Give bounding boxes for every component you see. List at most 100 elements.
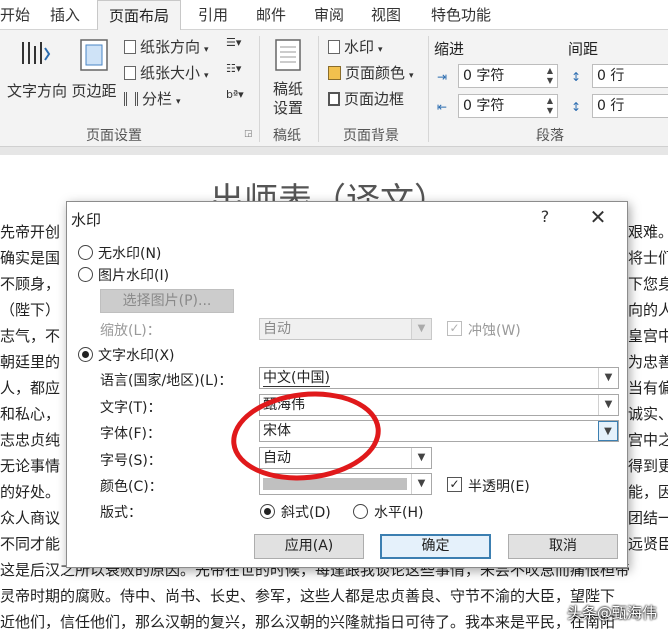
tab-view[interactable]: 视图 xyxy=(363,0,409,30)
chevron-down-icon[interactable]: ▼ xyxy=(598,395,618,415)
document-line-text: 志气，不 xyxy=(0,327,61,345)
page-setup-group-label: 页面设置 xyxy=(86,128,142,144)
spinner-arrows-icon[interactable]: ▲ ▼ xyxy=(547,96,553,116)
picture-watermark-radio[interactable] xyxy=(78,267,93,282)
space-before-value: 0 行 xyxy=(597,68,625,84)
semi-transparent-checkbox[interactable]: ✓ xyxy=(447,477,462,492)
margins-icon xyxy=(80,39,108,71)
tab-mailings[interactable]: 邮件 xyxy=(248,0,294,30)
indent-right-field[interactable]: 0 字符 ▲ ▼ xyxy=(458,94,558,118)
margins-label: 页边距 xyxy=(71,82,117,100)
text-watermark-label[interactable]: 文字水印(X) xyxy=(98,345,175,365)
paper-group-label: 稿纸 xyxy=(273,128,301,144)
orientation-icon xyxy=(124,40,136,54)
columns-button[interactable]: 分栏 ▾ xyxy=(124,88,181,109)
orientation-button[interactable]: 纸张方向 ▾ xyxy=(124,36,209,57)
document-line-text: （陛下） xyxy=(0,301,61,319)
space-after-value: 0 行 xyxy=(597,98,625,114)
document-line-text: 朝廷里的 xyxy=(0,353,61,371)
chevron-down-icon[interactable]: ▼ xyxy=(411,474,431,494)
tab-review[interactable]: 审阅 xyxy=(306,0,352,30)
text-watermark-radio[interactable] xyxy=(78,347,93,362)
horizontal-radio[interactable] xyxy=(353,504,368,519)
horizontal-label[interactable]: 水平(H) xyxy=(374,502,423,522)
document-line-text: 灵帝时期的腐败。侍中、尚书、长史、参军，这些人都是忠贞善良、守节不渝的大臣，望陛… xyxy=(0,587,616,605)
document-line-tail: 艰难。 xyxy=(628,223,668,241)
margins-button[interactable]: 页边距 xyxy=(70,36,118,100)
document-line-tail: 诚实、 xyxy=(628,405,668,423)
document-line-text: 不同才能 xyxy=(0,535,61,553)
help-button[interactable]: ? xyxy=(537,207,553,226)
indent-left-value: 0 字符 xyxy=(463,68,505,84)
scale-label: 缩放(L)： xyxy=(100,323,161,339)
indent-right-value: 0 字符 xyxy=(463,98,505,114)
document-line-text: 的好处。 xyxy=(0,483,61,501)
semi-transparent-label[interactable]: 半透明(E) xyxy=(468,476,530,496)
text-direction-button[interactable]: 文字方向 xyxy=(4,36,67,100)
size-button[interactable]: 纸张大小 ▾ xyxy=(124,62,209,83)
group-separator xyxy=(259,36,260,142)
size-label: 字号(S)： xyxy=(100,453,162,469)
document-line-tail: 团结一 xyxy=(628,509,668,527)
washout-label[interactable]: 冲蚀(W) xyxy=(468,320,521,340)
indent-label: 缩进 xyxy=(434,40,465,58)
scale-select[interactable]: 自动 ▼ xyxy=(259,318,432,340)
cancel-button[interactable]: 取消 xyxy=(508,534,618,559)
document-line-tail: 当有偏 xyxy=(628,379,668,397)
tab-references[interactable]: 引用 xyxy=(190,0,236,30)
tab-page-layout[interactable]: 页面布局 xyxy=(97,0,181,31)
page-color-label: 页面颜色 xyxy=(345,64,406,82)
document-line-tail: 宫中之 xyxy=(628,431,668,449)
watermark-button[interactable]: 水印 ▾ xyxy=(328,36,383,57)
breaks-button[interactable]: ☰▾ xyxy=(226,36,241,49)
picture-watermark-label[interactable]: 图片水印(I) xyxy=(98,265,169,285)
chevron-down-icon[interactable]: ▼ xyxy=(411,448,431,468)
document-line-tail: 能，因 xyxy=(628,483,668,501)
color-label: 颜色(C)： xyxy=(100,479,163,495)
document-line-tail: 为忠善 xyxy=(628,353,668,371)
page-color-button[interactable]: 页面颜色 ▾ xyxy=(328,62,414,83)
page-border-label: 页面边框 xyxy=(344,90,405,108)
spacing-label: 间距 xyxy=(568,40,599,58)
document-line-tail: 皇宫中 xyxy=(628,327,668,345)
page-border-button[interactable]: 页面边框 xyxy=(328,88,404,109)
space-before-field[interactable]: 0 行 xyxy=(592,64,668,88)
watermark-dialog: 水印 ? ✕ 无水印(N) 图片水印(I) 选择图片(P)... 缩放(L)： … xyxy=(66,201,628,568)
chevron-down-icon[interactable]: ▼ xyxy=(411,319,431,339)
diagonal-radio[interactable] xyxy=(260,504,275,519)
language-select[interactable]: 中文(中国) ▼ xyxy=(259,367,619,389)
chevron-down-icon: ▾ xyxy=(176,97,181,107)
spinner-arrows-icon[interactable]: ▲ ▼ xyxy=(547,66,553,86)
space-before-icon: ↕ xyxy=(571,70,582,84)
no-watermark-label[interactable]: 无水印(N) xyxy=(98,243,161,263)
watermark-icon xyxy=(328,40,340,54)
indent-left-icon: ⇥ xyxy=(437,70,448,84)
language-value: 中文(中国) xyxy=(263,370,330,388)
tab-home[interactable]: 开始 xyxy=(0,0,32,30)
source-watermark: 头条@甄海伟 xyxy=(567,604,658,622)
chevron-down-icon[interactable]: ▼ xyxy=(598,421,618,441)
paper-size-icon xyxy=(124,66,136,80)
indent-left-field[interactable]: 0 字符 ▲ ▼ xyxy=(458,64,558,88)
tab-insert[interactable]: 插入 xyxy=(42,0,88,30)
ribbon: 文字方向 页边距 纸张方向 ▾ 纸张大小 ▾ 分栏 ▾ ☰▾ ☷▾ bª▾ 页面设置 … xyxy=(0,30,668,147)
washout-checkbox[interactable]: ✓ xyxy=(447,321,462,336)
select-picture-button[interactable]: 选择图片(P)... xyxy=(100,289,234,313)
document-line-text: 近他们，信任他们，那么汉朝的复兴，那么汉朝的兴隆就指日可待了。我本来是平民，在南… xyxy=(0,613,616,631)
no-watermark-radio[interactable] xyxy=(78,245,93,260)
chevron-down-icon[interactable]: ▼ xyxy=(598,368,618,388)
diagonal-label[interactable]: 斜式(D) xyxy=(281,502,331,522)
breaks-icon: ☰▾ xyxy=(226,36,242,49)
close-button[interactable]: ✕ xyxy=(587,205,609,229)
hyphenation-button[interactable]: bª▾ xyxy=(226,88,244,101)
space-after-field[interactable]: 0 行 xyxy=(592,94,668,118)
chevron-down-icon: ▾ xyxy=(204,45,209,55)
paper-setup-button[interactable]: 稿纸 设置 xyxy=(264,36,312,120)
document-line-text: 先帝开创 xyxy=(0,223,61,241)
ok-button[interactable]: 确定 xyxy=(380,534,491,559)
apply-button[interactable]: 应用(A) xyxy=(254,534,364,559)
tab-special-features[interactable]: 特色功能 xyxy=(423,0,499,30)
document-line-text: 确实是国 xyxy=(0,249,61,267)
dialog-launcher-icon[interactable]: ◲ xyxy=(244,129,253,139)
line-numbers-button[interactable]: ☷▾ xyxy=(226,62,241,75)
